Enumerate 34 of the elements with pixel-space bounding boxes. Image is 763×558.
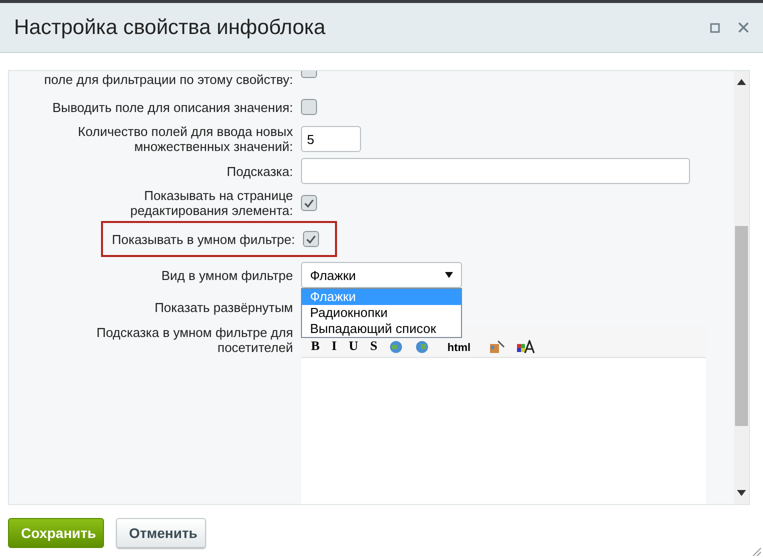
field-label: Показать развёрнутым: [154, 300, 294, 314]
field-label: Показывать в умном фильтре:: [110, 232, 296, 246]
field-label: Выводить поле для описания значения:: [51, 100, 294, 114]
number-field[interactable]: 5: [301, 126, 361, 152]
toolbar-button[interactable]: html: [447, 342, 471, 354]
dropdown-option[interactable]: Радиокнопки: [302, 305, 461, 321]
field-label: поле для фильтрации по этому свойству:: [43, 71, 294, 87]
resize-grip-icon[interactable]: [751, 546, 761, 556]
checkbox[interactable]: [301, 195, 317, 211]
globe-icon[interactable]: [415, 340, 430, 354]
hint-field[interactable]: [301, 158, 690, 184]
field-label: Вид в умном фильтре: [160, 268, 294, 282]
image-icon[interactable]: [488, 340, 505, 354]
toolbar-button[interactable]: S: [370, 338, 378, 354]
toolbar-button[interactable]: U: [348, 338, 358, 354]
caret-icon: [445, 272, 453, 278]
field-label: Подсказка:: [226, 164, 294, 178]
toolbar-button[interactable]: I: [332, 338, 337, 354]
view-dropdown[interactable]: Флажки: [301, 262, 462, 288]
scrollbar[interactable]: [734, 71, 749, 504]
field-label: Подсказка в умном фильтре для посетителей: [95, 325, 294, 355]
scroll-up-icon[interactable]: [737, 79, 746, 85]
scroll-down-icon[interactable]: [737, 490, 746, 496]
globe-icon[interactable]: [389, 340, 404, 354]
checkbox[interactable]: [303, 231, 319, 247]
field-label: Показывать на странице редактирования элемента:: [129, 188, 294, 218]
cancel-button[interactable]: Отменить: [116, 518, 206, 548]
field-label: Количество полей для ввода новых множественных значений:: [76, 124, 294, 154]
font-color-icon[interactable]: [516, 340, 535, 354]
close-icon[interactable]: [738, 22, 749, 33]
maximize-icon[interactable]: [710, 22, 720, 32]
checkbox[interactable]: [301, 99, 317, 115]
window-title: Настройка свойства инфоблока: [14, 16, 326, 40]
toolbar-button[interactable]: B: [311, 338, 320, 354]
